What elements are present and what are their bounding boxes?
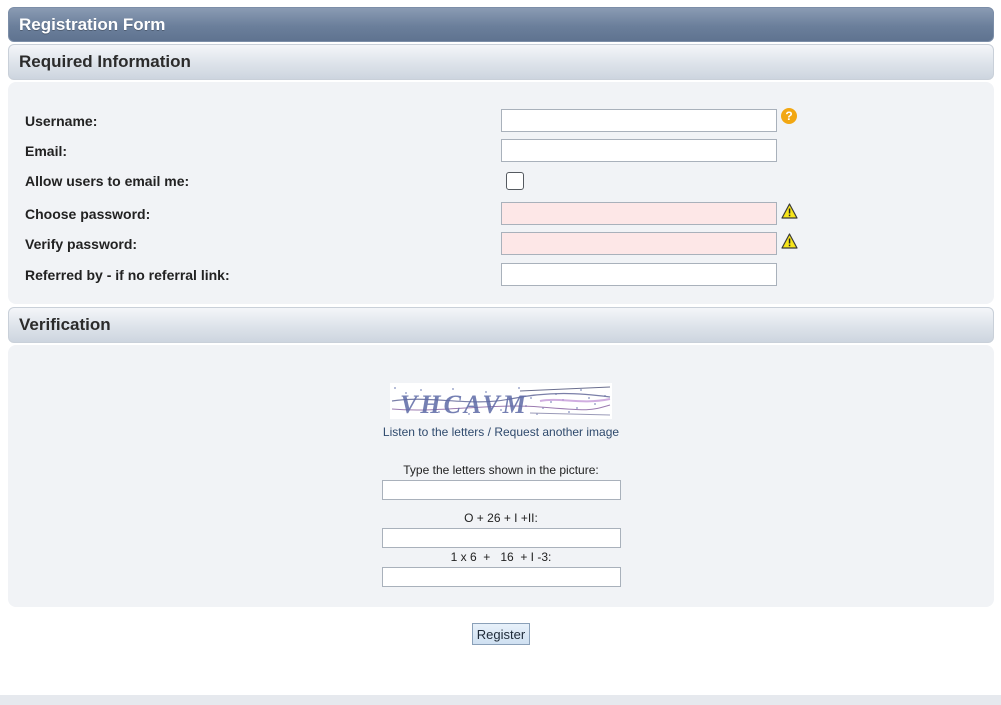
type-letters-label: Type the letters shown in the picture: [403, 463, 599, 477]
referred-by-label: Referred by - if no referral link: [25, 267, 230, 283]
warning-triangle-icon [781, 233, 798, 249]
referred-by-input[interactable] [501, 263, 777, 286]
registration-form-title-bar: Registration Form [8, 7, 994, 42]
captcha-links: Listen to the letters / Request another … [8, 425, 994, 439]
verify-password-row: Verify password: [8, 232, 994, 256]
required-information-header: Required Information [8, 44, 994, 80]
captcha-input[interactable] [382, 480, 621, 500]
email-label: Email: [25, 143, 68, 159]
warning-triangle-icon [781, 203, 798, 219]
registration-page: Registration Form Required Information U… [0, 0, 1001, 705]
question-1-input[interactable] [382, 528, 621, 548]
username-input[interactable] [501, 109, 777, 132]
required-information-panel: Username: ? Email: Allow users to email … [8, 82, 994, 304]
question-2-input[interactable] [382, 567, 621, 587]
question-circle-icon[interactable]: ? [781, 108, 797, 124]
email-row: Email: [8, 139, 994, 163]
captcha-text: VHCAVM [400, 390, 529, 419]
section-title-verification: Verification [19, 315, 111, 334]
username-row: Username: ? [8, 108, 994, 133]
allow-email-row: Allow users to email me: [8, 169, 994, 193]
request-another-image-link[interactable]: Request another image [494, 425, 619, 439]
verify-password-label: Verify password: [25, 236, 138, 252]
verify-password-input[interactable] [501, 232, 777, 255]
footer-strip [0, 695, 1001, 705]
captcha-image: VHCAVM [390, 383, 612, 419]
choose-password-row: Choose password: [8, 202, 994, 226]
section-title-required: Required Information [19, 52, 191, 71]
referred-by-row: Referred by - if no referral link: [8, 263, 994, 287]
verification-header: Verification [8, 307, 994, 343]
question-1-label: O + 26 + I +II: [464, 511, 538, 525]
choose-password-input[interactable] [501, 202, 777, 225]
link-separator: / [487, 425, 491, 439]
username-label: Username: [25, 113, 98, 129]
listen-letters-link[interactable]: Listen to the letters [383, 425, 484, 439]
page-title: Registration Form [19, 14, 166, 34]
allow-email-label: Allow users to email me: [25, 173, 190, 189]
choose-password-label: Choose password: [25, 206, 151, 222]
register-button[interactable]: Register [472, 623, 530, 645]
allow-email-checkbox[interactable] [506, 172, 524, 190]
email-input[interactable] [501, 139, 777, 162]
verification-panel: VHCAVM Listen to the letters / Request a… [8, 345, 994, 607]
question-2-label: 1 x 6 + 16 + I -3: [450, 550, 552, 564]
